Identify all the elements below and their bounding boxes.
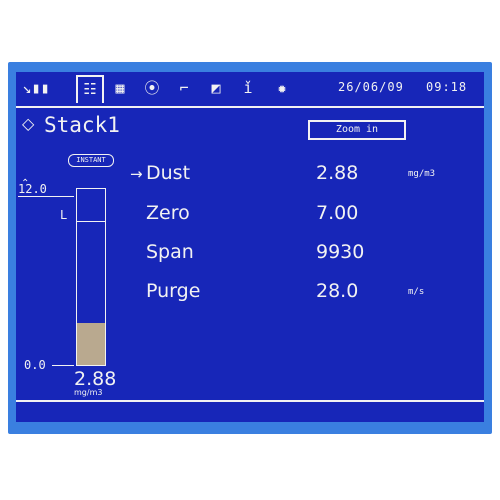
- selected-arrow-icon: →: [130, 165, 143, 183]
- probe-icon[interactable]: ǐ: [236, 76, 260, 100]
- gauge-min-label: 0.0: [24, 358, 46, 372]
- reading-row-span[interactable]: Span 9930: [16, 239, 484, 267]
- footer-divider: [16, 400, 484, 402]
- alarm-icon[interactable]: ⦿: [140, 76, 164, 100]
- reading-label: Dust: [146, 162, 191, 184]
- reading-label: Span: [146, 241, 194, 263]
- sensor-icon[interactable]: ✹: [270, 76, 294, 100]
- reading-row-purge[interactable]: Purge 28.0 m/s: [16, 278, 484, 306]
- gauge-fill: [77, 323, 105, 365]
- reading-value: 9930: [316, 241, 365, 263]
- reading-row-zero[interactable]: Zero 7.00: [16, 200, 484, 228]
- gauge-min-tick: [52, 365, 74, 366]
- calibration-icon[interactable]: ◩: [204, 76, 228, 100]
- reading-row-dust[interactable]: → Dust 2.88 mg/m3: [16, 160, 484, 188]
- reading-value: 28.0: [316, 280, 359, 302]
- gauge-unit: mg/m3: [74, 388, 103, 397]
- measurement-icon[interactable]: ↘▮▮: [20, 76, 52, 100]
- toolbar: ↘▮▮ ☷ ▦ ⦿ ⌐ ◩ ǐ ✹ 26/06/09 09:18: [16, 72, 484, 106]
- date-display: 26/06/09: [338, 80, 404, 94]
- gauge-value: 2.88: [74, 368, 117, 390]
- trend-chart-icon[interactable]: ⌐: [172, 76, 196, 100]
- page-title: Stack1: [44, 113, 120, 137]
- time-display: 09:18: [426, 80, 468, 94]
- gauge-max-tick: [18, 196, 74, 197]
- zoom-in-button[interactable]: Zoom in: [308, 120, 406, 140]
- reading-unit: m/s: [408, 287, 425, 297]
- reading-unit: mg/m3: [408, 169, 436, 179]
- reading-label: Zero: [146, 202, 190, 224]
- title-row: ◇ Stack1 Zoom in: [16, 112, 484, 142]
- toolbar-divider: [16, 106, 484, 108]
- reading-value: 2.88: [316, 162, 359, 184]
- display-screen: ↘▮▮ ☷ ▦ ⦿ ⌐ ◩ ǐ ✹ 26/06/09 09:18 ◇ Stack…: [16, 72, 484, 422]
- selector-icon[interactable]: ◇: [22, 114, 34, 133]
- grid-icon[interactable]: ▦: [108, 76, 132, 100]
- reading-value: 7.00: [316, 202, 359, 224]
- reading-label: Purge: [146, 280, 201, 302]
- list-menu-icon[interactable]: ☷: [76, 75, 104, 103]
